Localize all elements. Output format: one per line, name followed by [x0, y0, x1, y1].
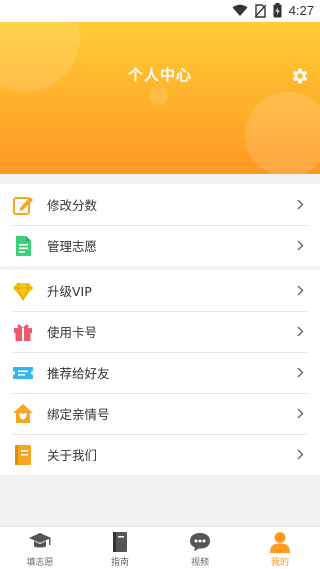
menu-item-manage-volunteer[interactable]: 管理志愿	[0, 225, 320, 266]
menu-item-about-us[interactable]: 关于我们	[0, 434, 320, 475]
profile-header: 个人中心	[0, 22, 320, 174]
book-icon	[15, 445, 31, 465]
status-bar: 4:27	[0, 0, 320, 22]
chevron-right-icon	[297, 408, 304, 419]
menu-item-recommend-friend[interactable]: 推荐给好友	[0, 352, 320, 393]
menu-group-primary: 修改分数 管理志愿	[0, 184, 320, 266]
chevron-right-icon	[297, 285, 304, 296]
pencil-note-icon	[13, 197, 33, 215]
menu-item-edit-score[interactable]: 修改分数	[0, 184, 320, 225]
no-sim-icon	[254, 3, 266, 18]
ticket-icon	[13, 367, 33, 379]
tab-label: 填志愿	[26, 558, 54, 568]
graduation-cap-icon	[29, 533, 51, 548]
tab-mine[interactable]: 我的	[240, 527, 320, 569]
menu-item-label: 管理志愿	[47, 239, 98, 254]
menu-item-label: 推荐给好友	[47, 366, 110, 381]
chevron-right-icon	[297, 199, 304, 210]
tab-guide[interactable]: 指南	[80, 527, 160, 569]
menu-item-label: 修改分数	[47, 198, 98, 213]
menu-item-upgrade-vip[interactable]: 升级VIP	[0, 270, 320, 311]
book-icon	[113, 532, 127, 552]
menu-item-label: 使用卡号	[47, 325, 98, 340]
chevron-right-icon	[297, 326, 304, 337]
bottom-tab-bar: 填志愿 指南 视频 我的	[0, 526, 320, 569]
diamond-icon	[13, 282, 33, 302]
decor-circle	[245, 92, 320, 174]
wifi-icon	[232, 4, 248, 16]
chevron-right-icon	[297, 449, 304, 460]
menu-item-use-card[interactable]: 使用卡号	[0, 311, 320, 352]
home-heart-icon	[13, 404, 33, 423]
gift-icon	[14, 324, 32, 341]
battery-icon	[273, 3, 282, 18]
document-icon	[16, 236, 31, 256]
person-icon	[270, 532, 290, 553]
tab-video[interactable]: 视频	[160, 527, 240, 569]
tab-label: 视频	[190, 558, 209, 568]
menu-group-secondary: 升级VIP 使用卡号 推荐给好友 绑定亲情号 关于我们	[0, 270, 320, 475]
menu-item-label: 关于我们	[47, 448, 98, 463]
tab-label: 我的	[270, 558, 289, 568]
gear-icon[interactable]	[290, 66, 310, 86]
tab-fill-volunteer[interactable]: 填志愿	[0, 527, 80, 569]
menu-item-label: 升级VIP	[47, 284, 92, 299]
page-title: 个人中心	[127, 66, 192, 84]
chevron-right-icon	[297, 367, 304, 378]
chat-bubble-icon	[190, 533, 210, 552]
status-time: 4:27	[288, 3, 314, 18]
menu-item-label: 绑定亲情号	[47, 407, 110, 422]
chevron-right-icon	[297, 240, 304, 251]
decor-circle	[150, 87, 168, 105]
tab-label: 指南	[110, 558, 129, 568]
menu-item-bind-family[interactable]: 绑定亲情号	[0, 393, 320, 434]
